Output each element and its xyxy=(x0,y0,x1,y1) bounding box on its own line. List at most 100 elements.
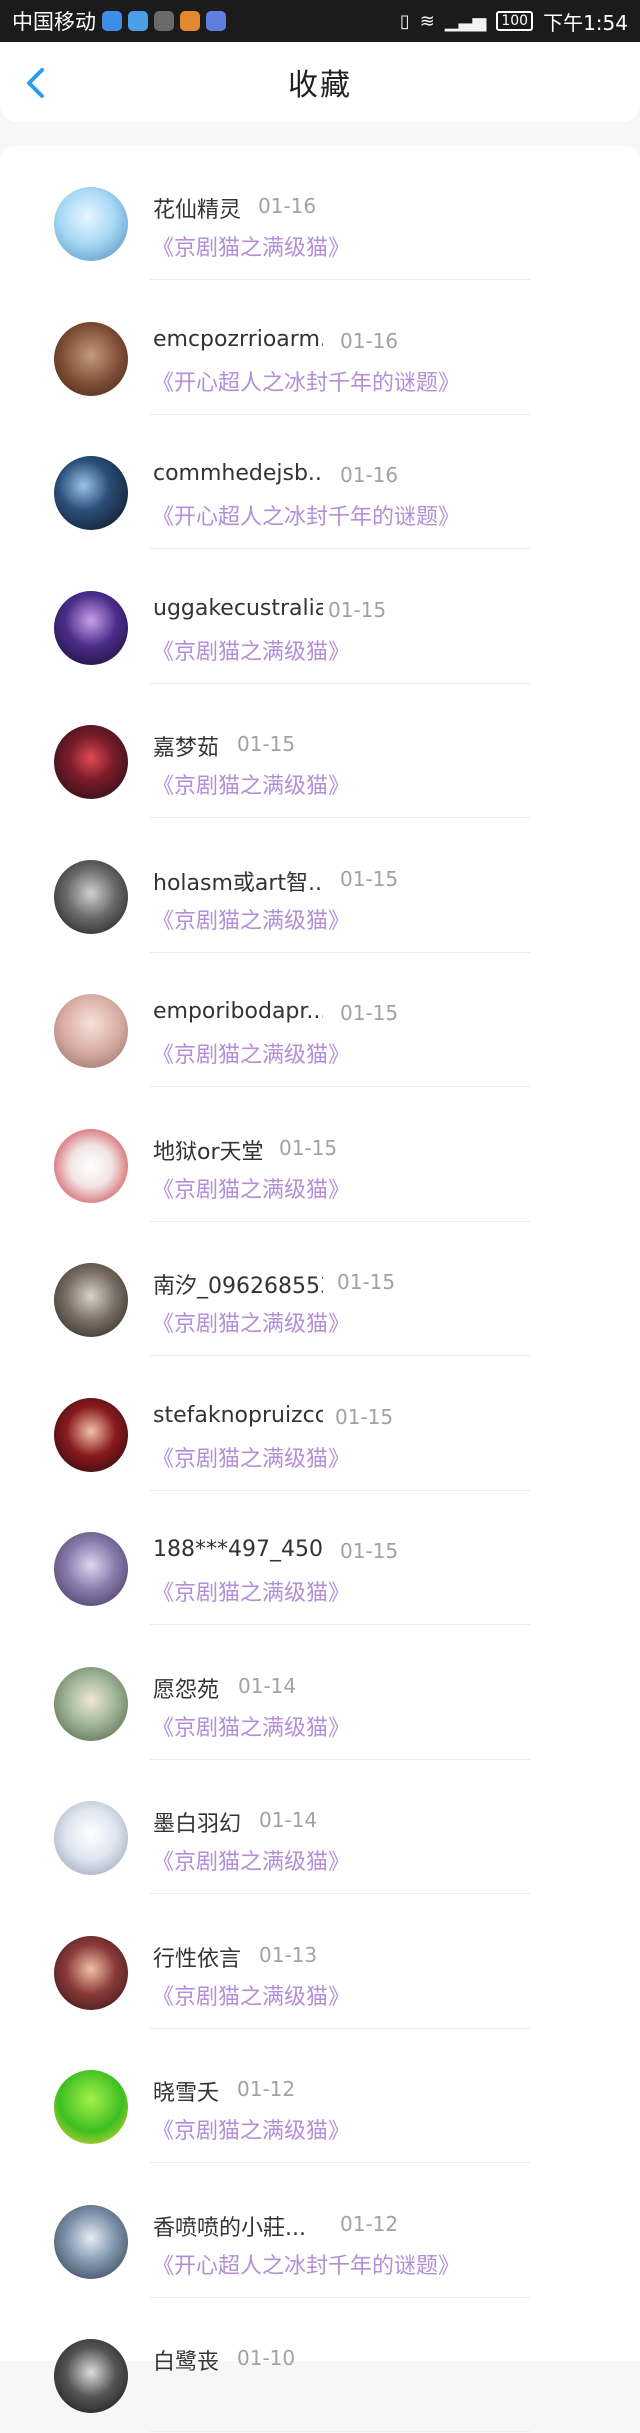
nav-bar: 收藏 xyxy=(0,42,640,122)
list-item[interactable]: uggakecustralia 01-15 《京剧猫之满级猫》 xyxy=(0,550,640,685)
avatar[interactable] xyxy=(54,1397,128,1472)
username: commhedejsb... xyxy=(153,461,323,486)
list-item[interactable]: 晓雪夭 01-12 《京剧猫之满级猫》 xyxy=(0,2029,640,2164)
username: 地狱or天堂 xyxy=(153,1139,264,1165)
list-item[interactable]: 南汐_096268553 01-15 《京剧猫之满级猫》 xyxy=(0,1222,640,1357)
date-label: 01-16 xyxy=(340,463,399,487)
work-title-link[interactable]: 《京剧猫之满级猫》 xyxy=(152,1037,350,1069)
work-title-link[interactable]: 《京剧猫之满级猫》 xyxy=(152,1441,350,1473)
date-label: 01-15 xyxy=(237,732,296,756)
row-divider xyxy=(150,2431,530,2432)
date-label: 01-16 xyxy=(258,194,317,218)
avatar[interactable] xyxy=(54,1801,128,1875)
username: 晓雪夭 xyxy=(153,2081,220,2106)
avatar[interactable] xyxy=(54,590,128,665)
list-item[interactable]: 行性依言 01-13 《京剧猫之满级猫》 xyxy=(0,1895,640,2030)
list-item[interactable]: 地狱or天堂 01-15 《京剧猫之满级猫》 xyxy=(0,1088,640,1223)
list-item[interactable]: holasm或art智... 01-15 《京剧猫之满级猫》 xyxy=(0,819,640,954)
list-item[interactable]: 花仙精灵 01-16 《京剧猫之满级猫》 xyxy=(0,146,640,281)
list-item[interactable]: commhedejsb... 01-16 《开心超人之冰封千年的谜题》 xyxy=(0,415,640,550)
username: 白鹭丧 xyxy=(153,2350,220,2375)
work-title-link[interactable]: 《京剧猫之满级猫》 xyxy=(152,1575,350,1607)
back-icon[interactable] xyxy=(22,66,50,100)
work-title-link[interactable]: 《京剧猫之满级猫》 xyxy=(152,768,350,800)
list-item[interactable]: 愿怨苑 01-14 《京剧猫之满级猫》 xyxy=(0,1626,640,1761)
avatar[interactable] xyxy=(54,2204,128,2279)
username: emcpozrrioarm... xyxy=(153,326,323,352)
username: 墨白羽幻 xyxy=(153,1812,242,1837)
avatar[interactable] xyxy=(54,2070,128,2144)
app-notification-icon xyxy=(128,11,148,31)
list-item[interactable]: 墨白羽幻 01-14 《京剧猫之满级猫》 xyxy=(0,1760,640,1895)
list-item[interactable]: 香喷喷的小莊... 01-12 《开心超人之冰封千年的谜题》 xyxy=(0,2164,640,2299)
list-item[interactable]: stefaknopruizcci 01-15 《京剧猫之满级猫》 xyxy=(0,1357,640,1492)
date-label: 01-14 xyxy=(259,1808,318,1832)
username: 188***497_450... xyxy=(153,1537,323,1562)
wechat-icon xyxy=(154,11,174,31)
app-notification-icon xyxy=(102,11,122,31)
avatar[interactable] xyxy=(54,859,128,934)
app-notification-icon xyxy=(180,11,200,31)
clock: 下午1:54 xyxy=(543,10,628,35)
date-label: 01-15 xyxy=(340,1001,399,1025)
username: 嘉梦茹 xyxy=(153,736,220,761)
avatar[interactable] xyxy=(54,321,128,396)
username: 香喷喷的小莊... xyxy=(153,2215,306,2241)
app-notification-icon xyxy=(206,11,226,31)
date-label: 01-15 xyxy=(279,1135,338,1160)
work-title-link[interactable]: 《京剧猫之满级猫》 xyxy=(152,2113,350,2145)
avatar[interactable] xyxy=(54,994,128,1068)
date-label: 01-16 xyxy=(340,328,399,353)
favorites-list: 花仙精灵 01-16 《京剧猫之满级猫》 emcpozrrioarm... 01-16 《… xyxy=(0,146,640,2432)
avatar[interactable] xyxy=(54,2339,128,2413)
avatar[interactable] xyxy=(54,1935,128,2010)
work-title-link[interactable]: 《京剧猫之满级猫》 xyxy=(152,1979,350,2011)
list-item[interactable]: emcpozrrioarm... 01-16 《开心超人之冰封千年的谜题》 xyxy=(0,281,640,416)
username: emporibodapr... xyxy=(153,999,323,1024)
work-title-link[interactable]: 《开心超人之冰封千年的谜题》 xyxy=(152,499,460,531)
signal-icon: ▁▃▅ xyxy=(444,10,487,32)
status-bar: 中国移动 ▯ ≋ ▁▃▅ 100 下午1:54 xyxy=(0,0,640,42)
username: holasm或art智... xyxy=(153,870,323,896)
list-item[interactable]: 188***497_450... 01-15 《京剧猫之满级猫》 xyxy=(0,1491,640,1626)
date-label: 01-15 xyxy=(340,1539,399,1563)
avatar[interactable] xyxy=(54,456,128,530)
work-title-link[interactable]: 《开心超人之冰封千年的谜题》 xyxy=(152,365,460,397)
status-right: ▯ ≋ ▁▃▅ 100 下午1:54 xyxy=(400,7,628,36)
work-title-link[interactable]: 《开心超人之冰封千年的谜题》 xyxy=(152,2248,460,2280)
carrier-label: 中国移动 xyxy=(12,10,96,34)
username: 愿怨苑 xyxy=(153,1677,220,1703)
date-label: 01-12 xyxy=(237,2077,296,2101)
date-label: 01-12 xyxy=(340,2211,399,2236)
date-label: 01-14 xyxy=(238,1673,297,1698)
avatar[interactable] xyxy=(54,187,128,261)
avatar[interactable] xyxy=(54,1532,128,1606)
list-item[interactable]: 嘉梦茹 01-15 《京剧猫之满级猫》 xyxy=(0,684,640,819)
username: stefaknopruizcci xyxy=(153,1402,323,1428)
username: 花仙精灵 xyxy=(153,198,242,223)
date-label: 01-15 xyxy=(335,1404,394,1429)
username: 行性依言 xyxy=(153,1946,242,1972)
username: uggakecustralia xyxy=(153,595,323,621)
work-title-link[interactable]: 《京剧猫之满级猫》 xyxy=(152,1172,350,1204)
date-label: 01-15 xyxy=(337,1270,396,1294)
status-left: 中国移动 xyxy=(12,6,226,36)
avatar[interactable] xyxy=(54,1666,128,1741)
work-title-link[interactable]: 《京剧猫之满级猫》 xyxy=(152,903,350,935)
list-item[interactable]: emporibodapr... 01-15 《京剧猫之满级猫》 xyxy=(0,953,640,1088)
date-label: 01-10 xyxy=(237,2346,296,2370)
avatar[interactable] xyxy=(54,725,128,799)
date-label: 01-15 xyxy=(340,866,399,891)
wifi-icon: ≋ xyxy=(419,10,435,32)
work-title-link[interactable]: 《京剧猫之满级猫》 xyxy=(152,1306,350,1338)
work-title-link[interactable]: 《京剧猫之满级猫》 xyxy=(152,1710,350,1742)
date-label: 01-15 xyxy=(328,597,387,622)
work-title-link[interactable]: 《京剧猫之满级猫》 xyxy=(152,230,350,262)
work-title-link[interactable]: 《京剧猫之满级猫》 xyxy=(152,634,350,666)
avatar[interactable] xyxy=(54,1263,128,1337)
list-item[interactable]: 白鹭丧 01-10 xyxy=(0,2298,640,2433)
page-title: 收藏 xyxy=(288,68,352,103)
work-title-link[interactable]: 《京剧猫之满级猫》 xyxy=(152,1844,350,1876)
avatar[interactable] xyxy=(54,1128,128,1203)
vibrate-icon: ▯ xyxy=(399,10,410,32)
